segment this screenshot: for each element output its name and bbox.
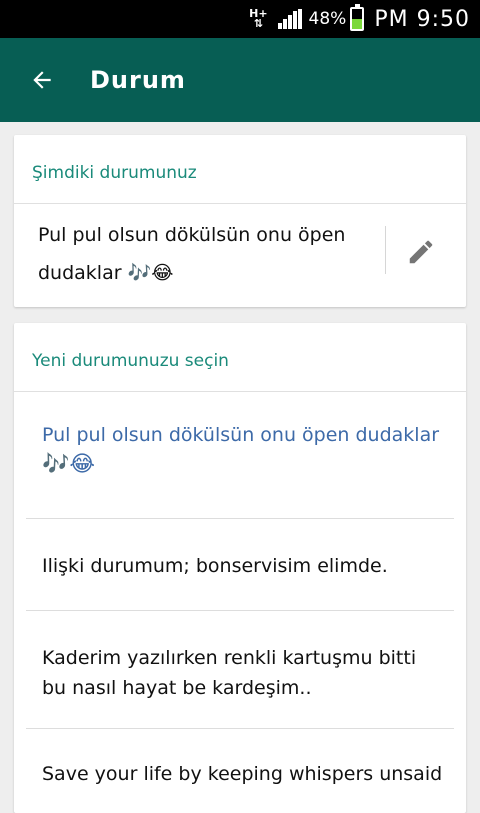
choose-status-header: Yeni durumunuzu seçin bbox=[14, 323, 466, 392]
pencil-icon bbox=[409, 240, 433, 264]
battery-level bbox=[352, 19, 363, 29]
current-status-header: Şimdiki durumunuz bbox=[14, 135, 466, 204]
choose-status-card: Yeni durumunuzu seçin Pul pul olsun dökü… bbox=[14, 323, 466, 813]
status-option-line1: Ilişki durumum; bonservisim elimde. bbox=[42, 555, 388, 577]
current-status-line1: Pul pul olsun dökülsün onu öpen bbox=[38, 224, 346, 246]
status-option-line1: Pul pul olsun dökülsün onu öpen dudaklar bbox=[42, 424, 440, 446]
status-option-line2: 🎶😂 bbox=[42, 452, 96, 477]
app-bar: Durum bbox=[0, 38, 480, 122]
status-option[interactable]: Ilişki durumum; bonservisim elimde. bbox=[26, 519, 454, 611]
edit-status-button[interactable] bbox=[399, 230, 443, 274]
current-status-card: Şimdiki durumunuz Pul pul olsun dökülsün… bbox=[14, 135, 466, 307]
arrow-back-icon bbox=[33, 71, 51, 89]
status-option-line2: bu nasıl hayat be kardeşim.. bbox=[42, 677, 312, 699]
signal-icon bbox=[277, 9, 303, 29]
battery-percent: 48% bbox=[308, 9, 347, 29]
current-status-line2: dudaklar 🎶😂 bbox=[38, 262, 174, 284]
status-bar: H+ ⇅ 48% PM 9:50 bbox=[0, 0, 480, 38]
battery-icon bbox=[350, 4, 365, 31]
status-option-line1: Save your life by keeping whispers unsai… bbox=[42, 763, 443, 785]
back-button[interactable] bbox=[0, 38, 84, 122]
network-indicator: H+ ⇅ bbox=[249, 8, 267, 30]
data-arrows-icon: ⇅ bbox=[253, 17, 263, 30]
divider bbox=[385, 226, 386, 274]
status-option[interactable]: Save your life by keeping whispers unsai… bbox=[26, 729, 454, 809]
clock: PM 9:50 bbox=[374, 6, 470, 32]
current-status-text: Pul pul olsun dökülsün onu öpen dudaklar… bbox=[38, 216, 358, 292]
page-title: Durum bbox=[90, 66, 186, 94]
status-option-line1: Kaderim yazılırken renkli kartuşmu bitti bbox=[42, 647, 417, 669]
current-status-row: Pul pul olsun dökülsün onu öpen dudaklar… bbox=[14, 204, 466, 307]
status-option-selected[interactable]: Pul pul olsun dökülsün onu öpen dudaklar… bbox=[26, 392, 454, 519]
status-option[interactable]: Kaderim yazılırken renkli kartuşmu bitti… bbox=[26, 611, 454, 729]
